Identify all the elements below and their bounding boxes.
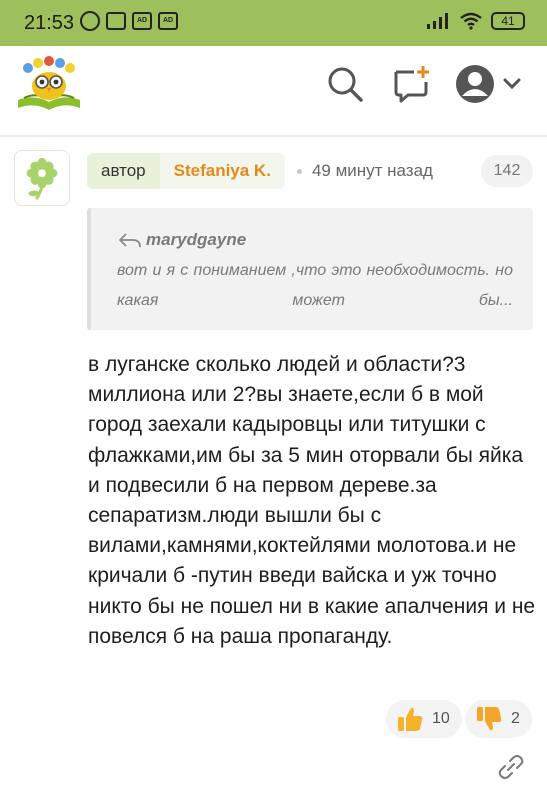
signal-icon bbox=[427, 13, 448, 29]
reply-arrow-icon bbox=[119, 233, 141, 248]
status-time: 21:53 bbox=[24, 12, 75, 34]
reply-count-badge[interactable]: 142 bbox=[481, 155, 533, 187]
wifi-icon bbox=[460, 12, 482, 30]
status-icons-right: 41 bbox=[425, 12, 525, 30]
ad-notification-icon-2: AD bbox=[158, 12, 178, 30]
thumbs-down-icon bbox=[477, 707, 502, 731]
battery-icon: 41 bbox=[491, 12, 525, 30]
user-avatar-icon bbox=[456, 65, 521, 103]
owl-on-book-logo[interactable] bbox=[14, 54, 84, 112]
header-divider bbox=[0, 135, 547, 137]
meta-separator bbox=[296, 168, 302, 174]
ad-notification-icon: AD bbox=[132, 12, 152, 30]
thumbs-up-icon bbox=[398, 707, 423, 731]
search-icon[interactable] bbox=[325, 64, 365, 104]
post-meta: автор Stefaniya K. 49 минут назад bbox=[87, 153, 452, 189]
post-time: 49 минут назад bbox=[311, 161, 433, 180]
alarm-icon bbox=[80, 11, 100, 31]
quoted-reply[interactable]: marydgayne вот и я с пониманием ,что это… bbox=[87, 208, 533, 330]
status-bar: 21:53 AD AD 41 bbox=[0, 0, 547, 46]
quote-user: marydgayne bbox=[146, 230, 247, 249]
dislike-count: 2 bbox=[511, 710, 520, 727]
author-avatar[interactable] bbox=[14, 150, 70, 206]
app-header bbox=[0, 46, 547, 136]
author-name[interactable]: Stefaniya K. bbox=[159, 153, 285, 189]
author-tag[interactable]: автор Stefaniya K. bbox=[87, 153, 285, 189]
new-comment-icon[interactable] bbox=[392, 64, 432, 104]
author-label: автор bbox=[87, 153, 160, 189]
quote-text: вот и я с пониманием ,что это необходимо… bbox=[117, 262, 513, 309]
dislike-button[interactable]: 2 bbox=[465, 700, 532, 738]
profile-menu[interactable] bbox=[455, 64, 525, 104]
like-button[interactable]: 10 bbox=[386, 700, 462, 738]
link-icon[interactable] bbox=[496, 752, 526, 782]
nfc-icon bbox=[106, 12, 126, 30]
quote-header: marydgayne bbox=[117, 230, 246, 250]
status-icons-left: AD AD bbox=[80, 11, 178, 31]
post-body: в луганске сколько людей и области?3 мил… bbox=[88, 353, 536, 648]
like-count: 10 bbox=[432, 710, 450, 727]
